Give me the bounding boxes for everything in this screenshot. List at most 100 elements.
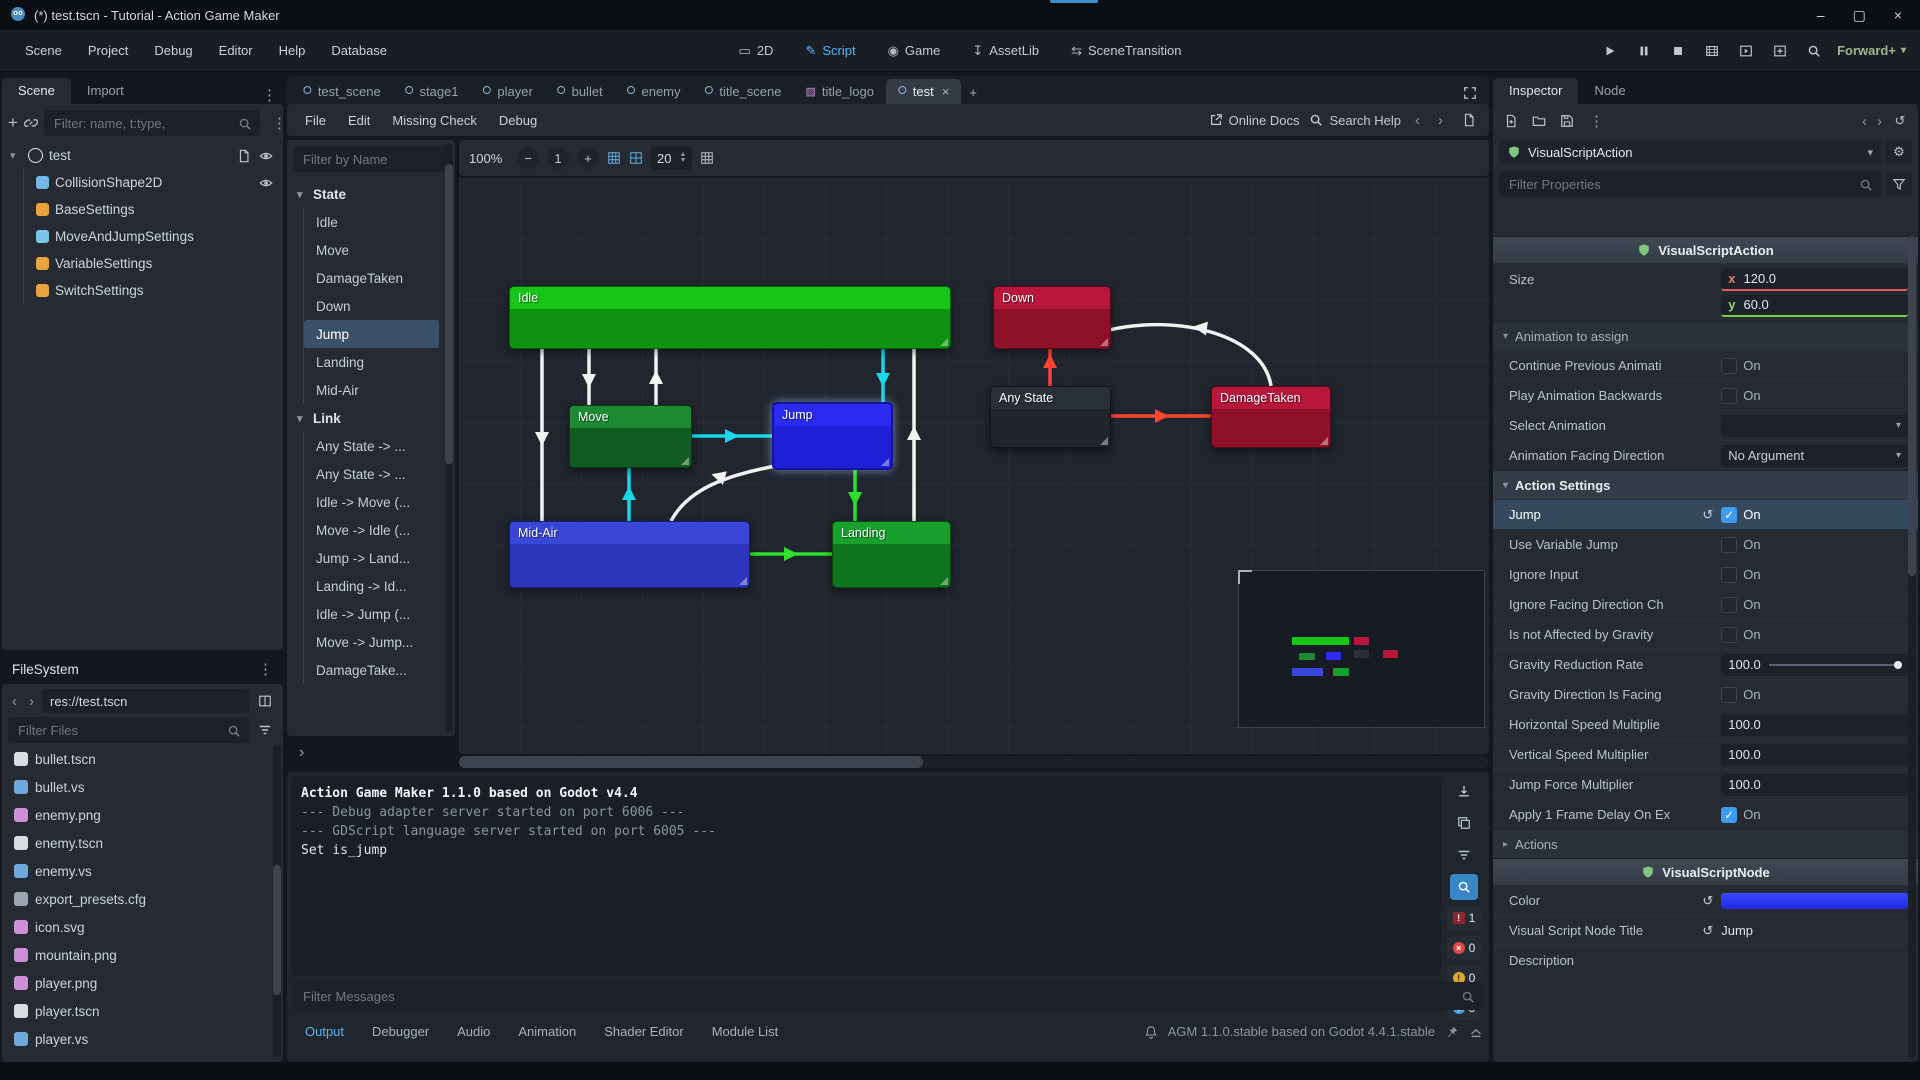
tab-debugger[interactable]: Debugger	[360, 1018, 441, 1045]
link-item[interactable]: Move -> Idle (...	[304, 516, 439, 544]
inspector-back-icon[interactable]: ‹	[1858, 113, 1871, 130]
workspace-2d[interactable]: ▭2D	[727, 37, 786, 65]
load-resource-icon[interactable]	[1527, 109, 1551, 133]
state-item-jump[interactable]: Jump	[304, 320, 439, 348]
state-item-idle[interactable]: Idle	[304, 208, 439, 236]
menu-editor[interactable]: Editor	[208, 37, 264, 64]
state-filter[interactable]	[293, 146, 449, 172]
minimap-toggle-icon[interactable]	[700, 151, 714, 165]
scene-tree-item-moveandjumpsettings[interactable]: MoveAndJumpSettings	[24, 223, 283, 250]
snap-distance-field[interactable]: 20 ▲▼	[651, 146, 692, 170]
save-resource-icon[interactable]	[1555, 109, 1579, 133]
file-item[interactable]: bullet.tscn	[2, 745, 283, 773]
visibility-icon[interactable]	[259, 148, 273, 163]
close-button[interactable]: ×	[1894, 7, 1902, 24]
file-item[interactable]: player.vs	[2, 1025, 283, 1053]
file-item[interactable]: enemy.vs	[2, 857, 283, 885]
inspector-forward-icon[interactable]: ›	[1873, 113, 1886, 130]
menu-file[interactable]: File	[295, 108, 336, 133]
zoom-reset-button[interactable]: 1	[547, 147, 569, 169]
script-forward-icon[interactable]: ›	[1434, 112, 1447, 129]
checkbox[interactable]	[1721, 537, 1737, 553]
message-filter-input[interactable]	[301, 988, 1455, 1005]
workspace-scenetransition[interactable]: ⇆SceneTransition	[1059, 37, 1193, 65]
filesystem-scrollbar[interactable]	[273, 745, 281, 1057]
history-back-icon[interactable]: ‹	[8, 693, 21, 710]
graph-node-mid-air[interactable]: Mid-Air	[509, 521, 750, 588]
gravity-reduction-rate-field[interactable]: 100.0	[1721, 654, 1908, 676]
tab-node[interactable]: Node	[1578, 78, 1641, 104]
current-path[interactable]: res://test.tscn	[42, 689, 249, 713]
state-item-landing[interactable]: Landing	[304, 348, 439, 376]
menu-missing-check[interactable]: Missing Check	[382, 108, 487, 133]
state-item-down[interactable]: Down	[304, 292, 439, 320]
checkbox[interactable]	[1721, 597, 1737, 613]
close-tab-icon[interactable]: ×	[942, 84, 950, 99]
scene-dock-menu-icon[interactable]: ⋮	[256, 86, 283, 104]
maximize-button[interactable]: ▢	[1853, 7, 1866, 24]
pin-panel-icon[interactable]	[1445, 1023, 1459, 1039]
checkbox-checked[interactable]	[1721, 507, 1737, 523]
filter-funnel-icon[interactable]	[1886, 171, 1912, 197]
select-animation-dropdown[interactable]: ▾	[1721, 415, 1908, 437]
new-resource-icon[interactable]	[1499, 109, 1523, 133]
section-state[interactable]: ▾State	[291, 180, 451, 208]
zoom-in-button[interactable]: +	[577, 147, 599, 169]
filesystem-menu-icon[interactable]: ⋮	[252, 660, 279, 678]
graph-minimap[interactable]	[1238, 570, 1485, 728]
grid-snap-icon[interactable]	[629, 151, 643, 165]
graph-node-jump[interactable]: Jump	[772, 402, 893, 470]
node-title-value[interactable]: Jump	[1721, 923, 1753, 938]
scene-tab-title-logo[interactable]: ▨title_logo	[793, 79, 885, 104]
scene-tree-item-test[interactable]: ▾ test	[2, 142, 283, 169]
graph-node-damage-taken[interactable]: DamageTaken	[1211, 386, 1331, 448]
scene-filter-input[interactable]	[52, 115, 232, 132]
link-item[interactable]: Idle -> Jump (...	[304, 600, 439, 628]
attached-script-icon[interactable]	[237, 148, 251, 163]
scene-tab-test-scene[interactable]: ⭘test_scene	[291, 79, 393, 104]
file-item[interactable]: enemy.png	[2, 801, 283, 829]
file-item[interactable]: bullet.vs	[2, 773, 283, 801]
notification-icon[interactable]	[1144, 1023, 1158, 1039]
file-item[interactable]: player.tscn	[2, 997, 283, 1025]
link-item[interactable]: Landing -> Id...	[304, 572, 439, 600]
scene-tree-item-switchsettings[interactable]: SwitchSettings	[24, 277, 283, 304]
graph-node-landing[interactable]: Landing	[832, 521, 951, 588]
new-tab-button[interactable]: +	[961, 81, 985, 104]
file-item[interactable]: player.png	[2, 969, 283, 997]
file-filter-input[interactable]	[16, 722, 221, 739]
facing-direction-dropdown[interactable]: No Argument▾	[1721, 445, 1908, 467]
copy-log-icon[interactable]	[1450, 810, 1478, 836]
graph-node-idle[interactable]: Idle	[509, 286, 951, 349]
scene-tree-item-basesettings[interactable]: BaseSettings	[24, 196, 283, 223]
file-filter[interactable]	[8, 717, 249, 743]
stop-button[interactable]	[1667, 40, 1689, 62]
movie-mode-button[interactable]	[1701, 40, 1723, 62]
link-item[interactable]: Move -> Jump...	[304, 628, 439, 656]
scripts-panel-icon[interactable]	[1457, 108, 1481, 132]
collapse-panel-icon[interactable]: ›	[291, 742, 312, 764]
menu-project[interactable]: Project	[77, 37, 139, 64]
play-button[interactable]	[1599, 40, 1621, 62]
pause-button[interactable]	[1633, 40, 1655, 62]
state-item-move[interactable]: Move	[304, 236, 439, 264]
scene-tab-stage1[interactable]: ⭘stage1	[393, 79, 471, 104]
menu-edit[interactable]: Edit	[338, 108, 380, 133]
expander-icon[interactable]: ▾	[10, 149, 22, 162]
inspector-scrollbar[interactable]	[1908, 236, 1916, 1058]
add-node-button[interactable]: +	[8, 111, 18, 135]
workspace-assetlib[interactable]: ↧AssetLib	[960, 37, 1051, 65]
checkbox[interactable]	[1721, 388, 1737, 404]
file-item[interactable]: enemy.tscn	[2, 829, 283, 857]
property-filter-input[interactable]	[1507, 176, 1853, 193]
menu-database[interactable]: Database	[320, 37, 398, 64]
value-slider[interactable]	[1769, 664, 1901, 666]
minimap-resizer[interactable]	[1238, 570, 1252, 584]
revert-icon[interactable]: ↺	[1702, 923, 1721, 939]
menu-script-debug[interactable]: Debug	[489, 108, 547, 133]
menu-debug[interactable]: Debug	[143, 37, 203, 64]
property-filter[interactable]	[1499, 171, 1881, 197]
tab-audio[interactable]: Audio	[445, 1018, 502, 1045]
split-view-icon[interactable]	[253, 689, 277, 713]
online-docs-button[interactable]: Online Docs	[1209, 113, 1300, 128]
